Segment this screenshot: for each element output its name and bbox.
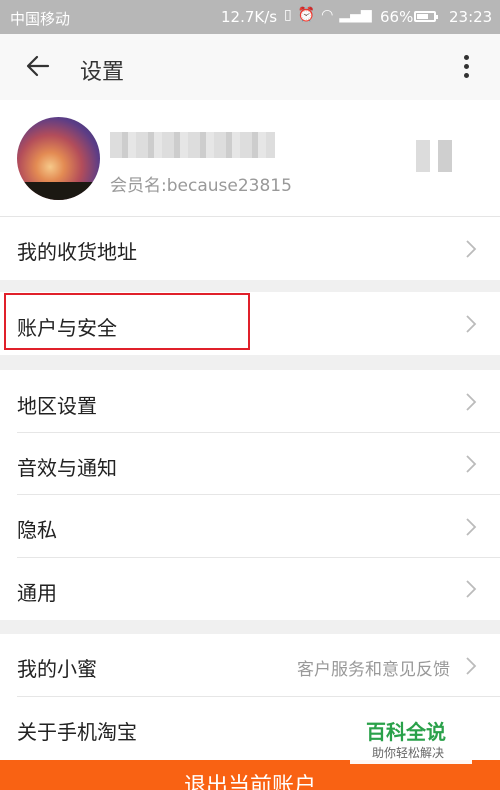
chevron-right-icon bbox=[466, 455, 477, 473]
qr-code-blurred[interactable] bbox=[416, 140, 466, 172]
menu-item-sound-notification[interactable]: 音效与通知 bbox=[0, 433, 500, 495]
watermark-subtitle: 助你轻松解决 bbox=[372, 746, 445, 760]
battery-icon bbox=[414, 11, 438, 22]
wifi-icon: ◠ bbox=[321, 7, 334, 23]
network-speed: 12.7K/s bbox=[221, 8, 278, 26]
member-name: 会员名:because23815 bbox=[110, 176, 292, 196]
logout-label: 退出当前账户 bbox=[183, 774, 316, 790]
menu-item-shipping-address[interactable]: 我的收货地址 bbox=[0, 217, 500, 280]
chevron-right-icon bbox=[466, 657, 477, 675]
alarm-icon: ⏰ bbox=[297, 7, 316, 23]
menu-item-label: 音效与通知 bbox=[17, 456, 117, 480]
vibrate-icon: ▯ bbox=[284, 7, 292, 23]
menu-item-label: 隐私 bbox=[17, 518, 57, 542]
app-header: 设置 bbox=[0, 34, 500, 100]
nickname-blurred bbox=[110, 132, 275, 158]
back-arrow-icon[interactable] bbox=[24, 52, 52, 80]
menu-item-region-settings[interactable]: 地区设置 bbox=[0, 370, 500, 433]
menu-item-general[interactable]: 通用 bbox=[0, 558, 500, 620]
avatar[interactable] bbox=[17, 117, 100, 200]
menu-item-label: 通用 bbox=[17, 581, 57, 605]
menu-item-privacy[interactable]: 隐私 bbox=[0, 495, 500, 558]
watermark-logo: 百科全说 助你轻松解决 bbox=[350, 714, 472, 764]
profile-card[interactable]: 会员名:because23815 bbox=[0, 100, 500, 217]
menu-item-label: 我的小蜜 bbox=[17, 657, 97, 681]
signal-icon: ▂▄▆ bbox=[339, 7, 372, 23]
watermark-title: 百科全说 bbox=[366, 720, 446, 744]
logout-button[interactable]: 退出当前账户 bbox=[0, 760, 500, 790]
highlight-box bbox=[4, 293, 250, 350]
battery-percent: 66% bbox=[380, 8, 414, 26]
more-options-icon[interactable] bbox=[456, 52, 476, 82]
chevron-right-icon bbox=[466, 315, 477, 333]
page-title: 设置 bbox=[80, 60, 125, 85]
menu-item-label: 地区设置 bbox=[17, 394, 97, 418]
menu-item-label: 我的收货地址 bbox=[17, 240, 137, 264]
clock: 23:23 bbox=[449, 8, 493, 26]
chevron-right-icon bbox=[466, 518, 477, 536]
chevron-right-icon bbox=[466, 240, 477, 258]
status-icons: ▯ ⏰ ◠ ▂▄▆ bbox=[284, 7, 372, 23]
chevron-right-icon bbox=[466, 580, 477, 598]
chevron-right-icon bbox=[466, 393, 477, 411]
menu-item-subtitle: 客户服务和意见反馈 bbox=[297, 660, 450, 680]
status-bar: 中国移动 12.7K/s ▯ ⏰ ◠ ▂▄▆ 66% 23:23 bbox=[0, 0, 500, 34]
carrier-name: 中国移动 bbox=[10, 10, 71, 28]
menu-item-label: 关于手机淘宝 bbox=[17, 720, 137, 744]
menu-item-my-assistant[interactable]: 我的小蜜 客户服务和意见反馈 bbox=[0, 634, 500, 697]
